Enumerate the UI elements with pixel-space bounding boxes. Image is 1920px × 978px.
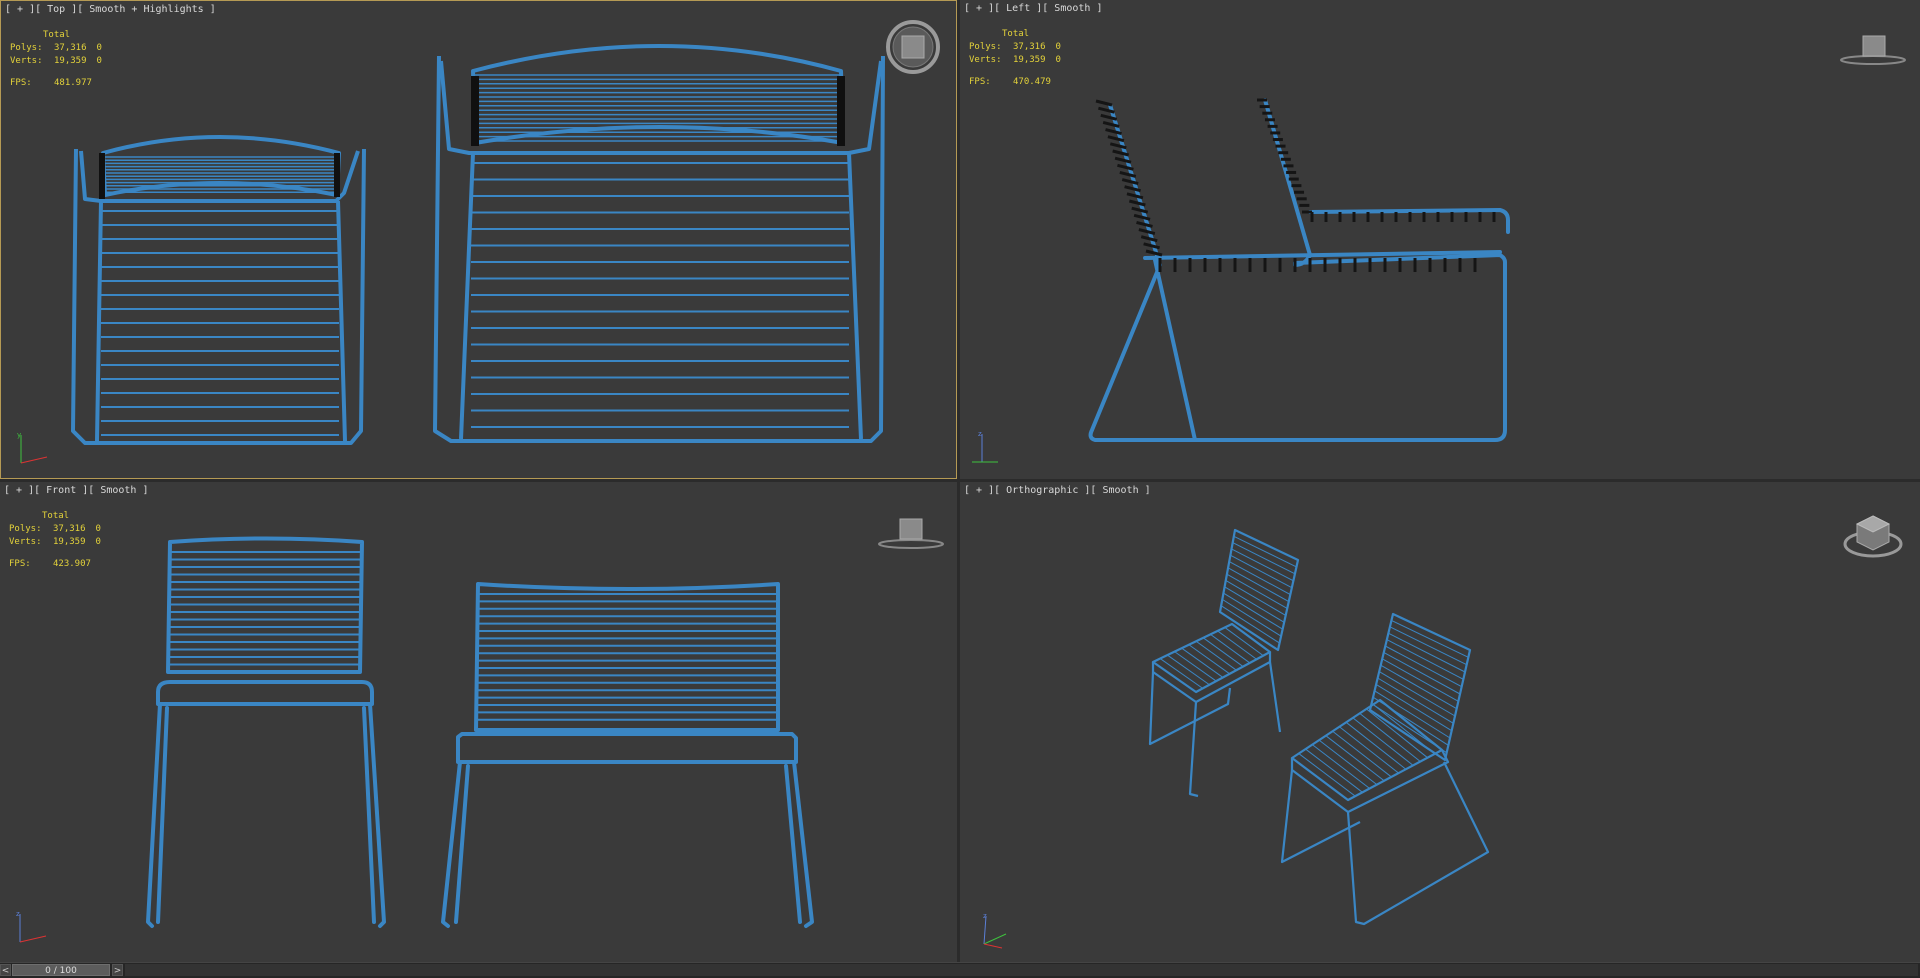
chair-wireframe-left bbox=[1088, 98, 1510, 442]
wire-slat bbox=[1232, 542, 1296, 575]
wire-slat bbox=[1366, 708, 1428, 759]
viewcube-front-icon[interactable] bbox=[876, 514, 946, 550]
viewport-top[interactable]: [ + ][ Top ][ Smooth + Highlights ] Tota… bbox=[0, 0, 957, 479]
wire-slat bbox=[1392, 613, 1471, 651]
wire-slat bbox=[1195, 640, 1237, 671]
svg-text:z: z bbox=[16, 910, 20, 918]
wire-slat bbox=[1386, 639, 1464, 680]
wire-slat bbox=[1210, 633, 1251, 664]
wire-slat bbox=[1332, 730, 1392, 778]
wire-slat bbox=[1140, 235, 1158, 243]
chair-wireframe-front bbox=[146, 536, 814, 928]
wire-slat bbox=[1389, 626, 1467, 666]
wire-slat bbox=[1174, 651, 1217, 682]
wire-slat bbox=[1231, 623, 1271, 653]
viewport-orthographic[interactable]: [ + ][ Orthographic ][ Smooth ] z bbox=[960, 482, 1920, 962]
wire-slat bbox=[1291, 757, 1349, 801]
wire-slat bbox=[1188, 644, 1230, 675]
wire-slat bbox=[1219, 611, 1279, 651]
viewport-front[interactable]: [ + ][ Front ][ Smooth ] Total Polys: 37,… bbox=[0, 482, 957, 962]
wire-slat bbox=[1385, 645, 1462, 688]
wire-slat bbox=[1119, 170, 1137, 178]
wire-slat bbox=[1095, 99, 1113, 107]
wire-slat bbox=[1143, 242, 1160, 250]
wire-slat bbox=[1226, 573, 1288, 609]
wire-slat bbox=[1345, 721, 1407, 770]
timeline-next-button[interactable]: > bbox=[112, 964, 123, 976]
wire-slat bbox=[1391, 619, 1469, 658]
axis-gizmo-icon: z bbox=[972, 430, 998, 463]
viewcube-top-icon[interactable] bbox=[885, 19, 941, 75]
wire-slat bbox=[1217, 630, 1257, 660]
wire-slat bbox=[1138, 228, 1156, 236]
wire-slat bbox=[1167, 654, 1210, 686]
wire-slat bbox=[1222, 598, 1282, 637]
wire-slat bbox=[1225, 580, 1286, 616]
wire-slat bbox=[1136, 220, 1153, 228]
wire-slat bbox=[1145, 249, 1163, 257]
wire-slat bbox=[1372, 704, 1436, 755]
chair-wireframe-orthographic bbox=[1148, 528, 1490, 926]
wire-slat bbox=[1121, 178, 1139, 186]
wire-slat bbox=[1202, 637, 1244, 667]
viewport-left[interactable]: [ + ][ Left ][ Smooth ] Total Polys: 37,3… bbox=[960, 0, 1920, 479]
wire-slat bbox=[1388, 632, 1466, 673]
viewcube-left-icon[interactable] bbox=[1838, 30, 1908, 66]
axis-gizmo-icon: z bbox=[16, 910, 47, 943]
wire-slat bbox=[1126, 192, 1144, 200]
wire-slat bbox=[1379, 699, 1443, 751]
wire-slat bbox=[1318, 739, 1378, 786]
timeline-slider[interactable]: 0 / 100 bbox=[12, 964, 110, 976]
wire-slat bbox=[1159, 658, 1204, 689]
wire-slat bbox=[1128, 199, 1146, 207]
axis-gizmo-icon: y bbox=[17, 431, 48, 464]
wire-slat bbox=[1131, 206, 1149, 214]
wire-slat bbox=[1227, 567, 1290, 602]
svg-text:z: z bbox=[978, 430, 982, 438]
axis-gizmo-icon: z bbox=[983, 912, 1007, 949]
viewcube-perspective-icon[interactable] bbox=[1840, 504, 1906, 564]
wire-slat bbox=[1325, 735, 1385, 782]
wire-slat bbox=[1312, 744, 1370, 789]
svg-text:z: z bbox=[983, 912, 987, 920]
wire-slat bbox=[1124, 185, 1141, 193]
wire-slat bbox=[1339, 726, 1399, 774]
wire-slat bbox=[1224, 586, 1285, 623]
wire-slat bbox=[1133, 213, 1151, 221]
chair-wireframe-top bbox=[71, 44, 885, 445]
timeline-track[interactable] bbox=[125, 964, 1918, 976]
timeline-prev-button[interactable]: < bbox=[0, 964, 11, 976]
timeline-bar: < 0 / 100 > bbox=[0, 962, 1920, 978]
wire-slat bbox=[1181, 647, 1224, 678]
wire-slat bbox=[1298, 753, 1356, 797]
svg-text:y: y bbox=[17, 431, 21, 439]
